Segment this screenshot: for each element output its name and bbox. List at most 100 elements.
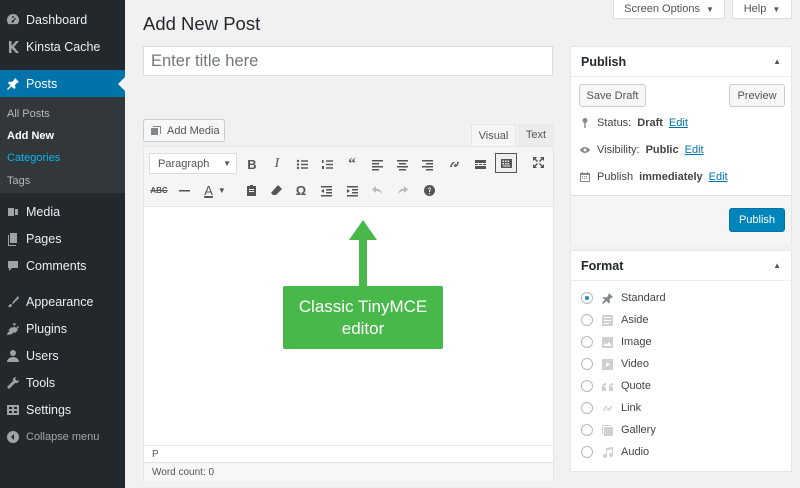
submenu-categories[interactable]: Categories	[7, 152, 60, 164]
post-title-input[interactable]	[143, 46, 553, 76]
indent-button[interactable]	[342, 180, 362, 200]
save-draft-button[interactable]: Save Draft	[579, 84, 646, 107]
publish-box-header[interactable]: Publish ▲	[571, 47, 791, 77]
edit-schedule-link[interactable]: Edit	[709, 171, 728, 183]
strikethrough-icon: ABC	[150, 185, 168, 195]
menu-item-settings[interactable]: Settings	[0, 396, 125, 423]
toolbar-toggle-button[interactable]	[495, 153, 517, 173]
format-box-header[interactable]: Format ▲	[571, 251, 791, 281]
menu-item-pages[interactable]: Pages	[0, 225, 125, 252]
special-character-button[interactable]: Ω	[291, 180, 311, 200]
collapse-menu-button[interactable]: Collapse menu	[0, 423, 125, 450]
appearance-icon	[0, 295, 26, 309]
menu-item-dashboard[interactable]: Dashboard	[0, 6, 125, 33]
screen-options-button[interactable]: Screen Options ▼	[613, 0, 725, 19]
format-option-quote[interactable]: Quote	[581, 379, 651, 393]
format-option-standard[interactable]: Standard	[581, 291, 666, 305]
help-icon	[423, 184, 435, 196]
redo-button[interactable]	[392, 180, 412, 200]
radio-button[interactable]	[581, 424, 593, 436]
add-media-button[interactable]: Add Media	[143, 119, 225, 142]
radio-button[interactable]	[581, 314, 593, 326]
editor-toolbar: Paragraph ▼ B I “ ABC A ▼ Ω	[144, 147, 553, 207]
align-left-button[interactable]	[367, 154, 387, 174]
menu-item-comments[interactable]: Comments	[0, 252, 125, 279]
menu-item-media[interactable]: Media	[0, 198, 125, 225]
help-button[interactable]: Help ▼	[732, 0, 792, 19]
omega-icon: Ω	[295, 182, 307, 198]
page-title: Add New Post	[143, 13, 261, 34]
radio-button[interactable]	[581, 358, 593, 370]
paste-as-text-button[interactable]	[241, 180, 261, 200]
radio-button[interactable]	[581, 336, 593, 348]
schedule-row: Publish immediately Edit	[579, 171, 728, 183]
menu-label: Users	[26, 348, 59, 363]
read-more-button[interactable]	[470, 154, 490, 174]
format-select[interactable]: Paragraph ▼	[149, 153, 237, 174]
menu-item-posts[interactable]: Posts	[0, 70, 125, 97]
collapse-arrow-icon[interactable]: ▲	[773, 261, 781, 270]
screen-options-label: Screen Options	[624, 3, 700, 15]
radio-button[interactable]	[581, 446, 593, 458]
submenu-tags[interactable]: Tags	[7, 175, 30, 187]
format-option-link[interactable]: Link	[581, 401, 641, 415]
publish-button[interactable]: Publish	[729, 208, 785, 232]
align-center-button[interactable]	[392, 154, 412, 174]
format-option-label: Aside	[621, 314, 649, 326]
menu-item-kinsta-cache[interactable]: Kinsta Cache	[0, 33, 125, 60]
submenu-add-new[interactable]: Add New	[7, 130, 54, 142]
tab-text[interactable]: Text	[518, 124, 554, 146]
outdent-icon	[320, 185, 332, 196]
fullscreen-button[interactable]	[528, 152, 548, 172]
menu-label: Kinsta Cache	[26, 39, 101, 54]
blockquote-icon: “	[348, 155, 356, 172]
format-option-gallery[interactable]: Gallery	[581, 423, 656, 437]
menu-item-plugins[interactable]: Plugins	[0, 315, 125, 342]
menu-label: Pages	[26, 231, 62, 246]
format-option-image[interactable]: Image	[581, 335, 652, 349]
menu-item-tools[interactable]: Tools	[0, 369, 125, 396]
format-option-audio[interactable]: Audio	[581, 445, 649, 459]
annotation-arrow	[349, 220, 377, 288]
outdent-button[interactable]	[316, 180, 336, 200]
blockquote-button[interactable]: “	[342, 154, 362, 174]
caret-down-icon: ▼	[705, 4, 714, 14]
pages-icon	[0, 232, 26, 246]
preview-button[interactable]: Preview	[729, 84, 785, 107]
quote-icon	[600, 379, 614, 393]
text-color-button[interactable]: A ▼	[199, 180, 231, 200]
radio-button[interactable]	[581, 292, 593, 304]
format-option-aside[interactable]: Aside	[581, 313, 649, 327]
radio-button[interactable]	[581, 402, 593, 414]
submenu-all-posts[interactable]: All Posts	[7, 108, 50, 120]
pin-icon	[600, 291, 614, 305]
bullet-list-button[interactable]	[292, 154, 312, 174]
menu-label: Collapse menu	[26, 430, 100, 443]
numbered-list-button[interactable]	[317, 154, 337, 174]
strikethrough-button[interactable]: ABC	[149, 180, 169, 200]
clear-formatting-button[interactable]	[266, 180, 286, 200]
visibility-row: Visibility: Public Edit	[579, 144, 704, 156]
edit-visibility-link[interactable]: Edit	[685, 144, 704, 156]
horizontal-line-button[interactable]	[174, 180, 194, 200]
collapse-arrow-icon[interactable]: ▲	[773, 57, 781, 66]
add-media-label: Add Media	[167, 124, 220, 137]
edit-status-link[interactable]: Edit	[669, 117, 688, 129]
format-option-video[interactable]: Video	[581, 357, 649, 371]
posts-submenu: All Posts Add New Categories Tags	[0, 97, 125, 193]
format-option-label: Link	[621, 402, 642, 414]
italic-button[interactable]: I	[267, 154, 287, 174]
menu-item-users[interactable]: Users	[0, 342, 125, 369]
bold-button[interactable]: B	[242, 154, 262, 174]
menu-item-appearance[interactable]: Appearance	[0, 288, 125, 315]
format-box: Format ▲ Standard Aside Image Video Quot…	[570, 250, 792, 472]
format-option-label: Gallery	[621, 424, 656, 436]
align-right-button[interactable]	[417, 154, 437, 174]
insert-link-button[interactable]	[444, 154, 464, 174]
radio-button[interactable]	[581, 380, 593, 392]
keyboard-shortcuts-button[interactable]	[419, 180, 439, 200]
redo-icon	[397, 185, 408, 195]
tab-visual[interactable]: Visual	[471, 124, 516, 146]
undo-button[interactable]	[367, 180, 387, 200]
format-option-label: Standard	[621, 292, 666, 304]
